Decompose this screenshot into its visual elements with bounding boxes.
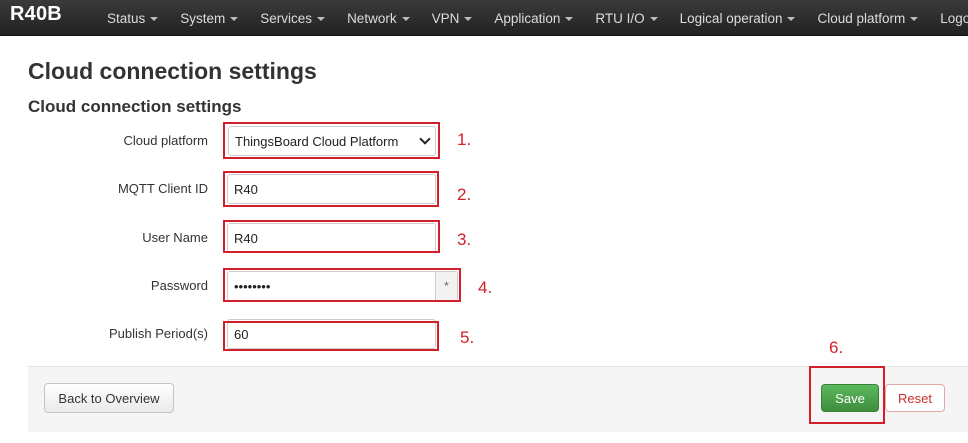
step-number-6: 6.	[829, 338, 844, 357]
nav-item-label: Services	[260, 10, 313, 26]
nav-item-label: VPN	[431, 10, 460, 26]
reset-button[interactable]: Reset	[885, 384, 945, 412]
caret-down-icon	[787, 16, 796, 21]
step-number-2: 2.	[457, 185, 472, 204]
nav-menu: Status System Services Network VPN Applicatio…	[96, 0, 968, 36]
nav-item-label: Logical operation	[679, 10, 783, 26]
password-label: Password	[150, 278, 208, 293]
nav-item-status[interactable]: Status	[96, 0, 169, 36]
nav-item-label: Logout	[940, 10, 968, 26]
nav-item-network[interactable]: Network	[336, 0, 421, 36]
nav-item-label: Status	[107, 10, 146, 26]
nav-item-application[interactable]: Application	[483, 0, 584, 36]
nav-item-system[interactable]: System	[169, 0, 249, 36]
caret-down-icon	[150, 16, 159, 21]
nav-item-label: Application	[494, 10, 561, 26]
highlight-box-3	[223, 220, 440, 253]
highlight-box-5	[223, 321, 439, 351]
caret-down-icon	[649, 16, 658, 21]
page-title: Cloud connection settings	[28, 58, 317, 84]
section-title: Cloud connection settings	[28, 97, 242, 116]
nav-item-services[interactable]: Services	[249, 0, 336, 36]
highlight-box-6	[809, 366, 885, 424]
cloud-platform-label: Cloud platform	[123, 133, 208, 148]
highlight-box-1	[223, 122, 440, 159]
caret-down-icon	[565, 16, 574, 21]
nav-item-label: System	[180, 10, 226, 26]
nav-item-label: RTU I/O	[595, 10, 645, 26]
step-number-5: 5.	[460, 328, 475, 347]
mqtt-client-id-label: MQTT Client ID	[117, 181, 208, 196]
caret-down-icon	[910, 16, 919, 21]
highlight-box-4	[223, 268, 461, 302]
back-to-overview-button[interactable]: Back to Overview	[44, 383, 174, 413]
step-number-1: 1.	[457, 130, 472, 149]
nav-item-cloud-platform[interactable]: Cloud platform	[806, 0, 929, 36]
nav-item-logical-operation[interactable]: Logical operation	[669, 0, 807, 36]
nav-item-vpn[interactable]: VPN	[421, 0, 484, 36]
user-name-label: User Name	[142, 230, 208, 245]
caret-down-icon	[230, 16, 239, 21]
highlight-box-2	[223, 171, 439, 207]
step-number-4: 4.	[478, 278, 493, 297]
nav-item-rtu-i-o[interactable]: RTU I/O	[584, 0, 668, 36]
caret-down-icon	[317, 16, 326, 21]
publish-period-label: Publish Period(s)	[109, 326, 208, 341]
brand-logo[interactable]: R40B	[10, 3, 62, 26]
nav-item-logout[interactable]: Logout	[929, 0, 968, 36]
nav-item-label: Cloud platform	[817, 10, 906, 26]
caret-down-icon	[464, 16, 473, 21]
nav-item-label: Network	[347, 10, 397, 26]
step-number-3: 3.	[457, 230, 472, 249]
caret-down-icon	[401, 16, 410, 21]
top-navbar: R40B Status System Services Network VPN Appli…	[0, 0, 968, 36]
